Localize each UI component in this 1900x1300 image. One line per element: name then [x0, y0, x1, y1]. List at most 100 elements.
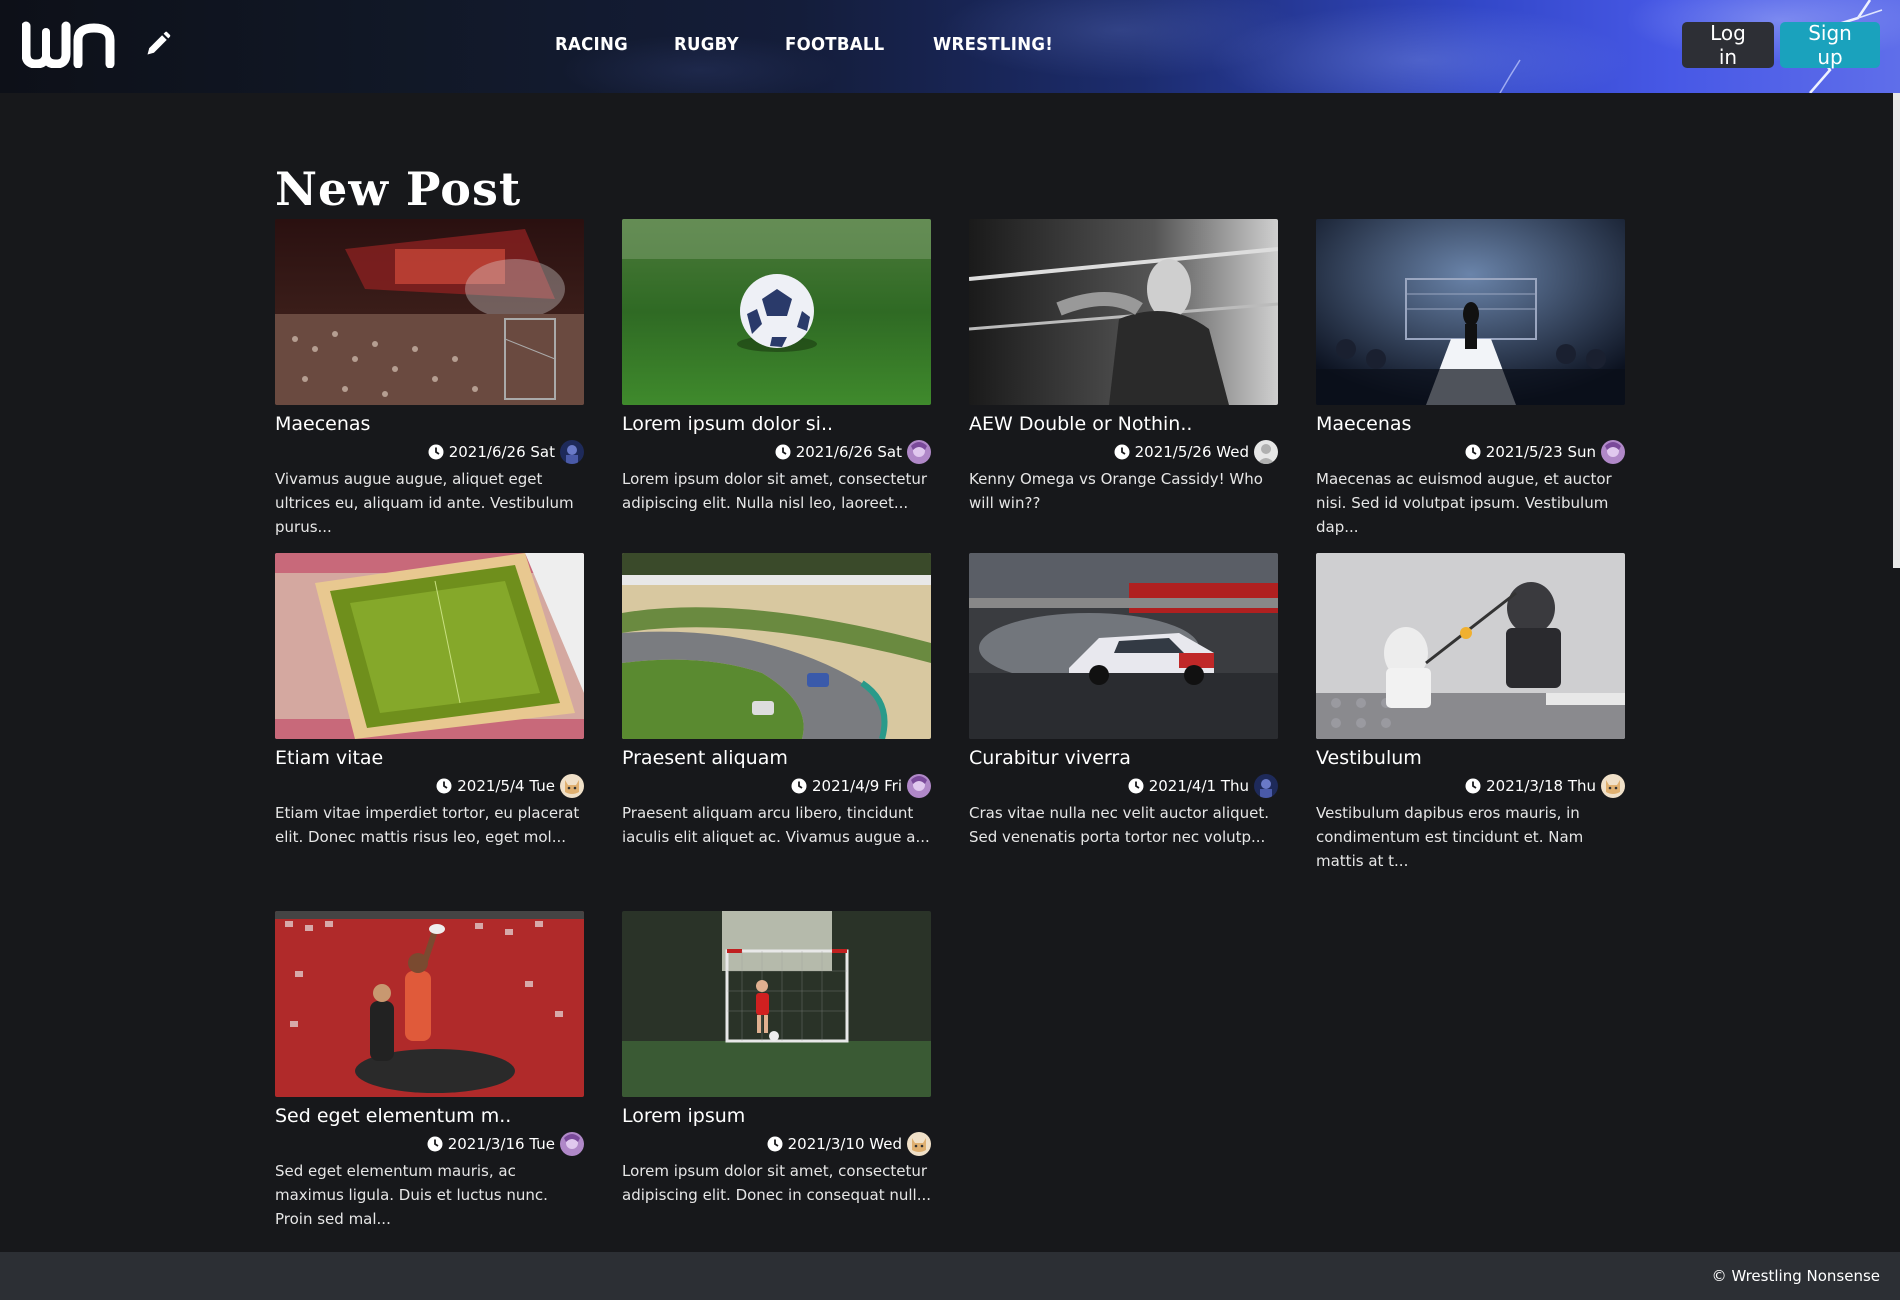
main-nav: RACING RUGBY FOOTBALL WRESTLING! [555, 34, 1064, 55]
post-title[interactable]: Maecenas [275, 411, 584, 437]
post-meta: 2021/6/26 Sat [622, 439, 931, 465]
site-header: RACING RUGBY FOOTBALL WRESTLING! Log in … [0, 0, 1900, 93]
post-excerpt: Sed eget elementum mauris, ac maximus li… [275, 1162, 548, 1228]
clock-icon [1114, 444, 1130, 460]
clock-icon [1128, 778, 1144, 794]
post-title[interactable]: Sed eget elementum m.. [275, 1103, 584, 1129]
clock-icon [1465, 778, 1481, 794]
lightning-bolt-small-icon [1499, 59, 1521, 93]
post-date: 2021/6/26 Sat [448, 443, 555, 461]
nav-wrestling[interactable]: WRESTLING! [933, 34, 1053, 55]
post-date: 2021/3/10 Wed [787, 1135, 902, 1153]
nav-rugby[interactable]: RUGBY [674, 34, 739, 55]
signup-button[interactable]: Sign up [1780, 21, 1880, 69]
post-excerpt: Vivamus augue augue, aliquet eget ultric… [275, 470, 574, 536]
post-excerpt: Praesent aliquam arcu libero, tincidunt … [622, 804, 930, 846]
page-scrollbar[interactable] [1893, 93, 1900, 568]
author-avatar[interactable] [907, 440, 931, 464]
post-card[interactable]: Curabitur viverra 2021/4/1 Thu Cras vita… [969, 553, 1278, 911]
post-thumbnail-drift-car[interactable] [969, 553, 1278, 739]
post-card[interactable]: Maecenas 2021/6/26 Sat Vivamus augue aug… [275, 219, 584, 553]
clock-icon [427, 1136, 443, 1152]
post-meta: 2021/5/26 Wed [969, 439, 1278, 465]
post-meta: 2021/6/26 Sat [275, 439, 584, 465]
post-excerpt: Lorem ipsum dolor sit amet, consectetur … [622, 1162, 931, 1204]
post-date: 2021/4/1 Thu [1148, 777, 1249, 795]
main-content: New Post Maecenas 2021/6/26 Sat Vivamus … [275, 93, 1625, 1245]
author-avatar[interactable] [1601, 440, 1625, 464]
post-date: 2021/5/26 Wed [1134, 443, 1249, 461]
author-avatar[interactable] [1254, 440, 1278, 464]
clock-icon [1465, 444, 1481, 460]
new-post-edit-button[interactable] [142, 28, 174, 60]
post-title[interactable]: Praesent aliquam [622, 745, 931, 771]
author-avatar[interactable] [907, 774, 931, 798]
post-date: 2021/3/18 Thu [1486, 777, 1596, 795]
post-card[interactable]: Etiam vitae 2021/5/4 Tue Etiam vitae imp… [275, 553, 584, 911]
post-card[interactable]: Praesent aliquam 2021/4/9 Fri Praesent a… [622, 553, 931, 911]
auth-buttons: Log in Sign up [1682, 21, 1880, 69]
post-title[interactable]: Lorem ipsum [622, 1103, 931, 1129]
author-avatar[interactable] [560, 440, 584, 464]
post-card[interactable]: Vestibulum 2021/3/18 Thu Vestibulum dapi… [1316, 553, 1625, 911]
post-title[interactable]: Vestibulum [1316, 745, 1625, 771]
post-title[interactable]: Lorem ipsum dolor si.. [622, 411, 931, 437]
nav-football[interactable]: FOOTBALL [785, 34, 885, 55]
wn-logo-icon [21, 21, 115, 69]
post-excerpt: Kenny Omega vs Orange Cassidy! Who will … [969, 470, 1263, 512]
author-avatar[interactable] [560, 774, 584, 798]
post-thumbnail-stadium-aerial[interactable] [275, 553, 584, 739]
clock-icon [436, 778, 452, 794]
clock-icon [767, 1136, 783, 1152]
post-grid: Maecenas 2021/6/26 Sat Vivamus augue aug… [275, 219, 1625, 1245]
post-card[interactable]: Lorem ipsum 2021/3/10 Wed Lorem ipsum do… [622, 911, 931, 1245]
post-title[interactable]: Maecenas [1316, 411, 1625, 437]
post-card[interactable]: Sed eget elementum m.. 2021/3/16 Tue Sed… [275, 911, 584, 1245]
page-title: New Post [275, 162, 522, 216]
post-thumbnail-lego-fencing[interactable] [1316, 553, 1625, 739]
post-meta: 2021/3/16 Tue [275, 1131, 584, 1157]
nav-racing[interactable]: RACING [555, 34, 628, 55]
post-thumbnail-race-track[interactable] [622, 553, 931, 739]
post-meta: 2021/4/1 Thu [969, 773, 1278, 799]
post-meta: 2021/3/10 Wed [622, 1131, 931, 1157]
footer-copyright: © Wrestling Nonsense [1711, 1267, 1880, 1285]
post-date: 2021/3/16 Tue [447, 1135, 555, 1153]
post-excerpt: Lorem ipsum dolor sit amet, consectetur … [622, 470, 928, 512]
author-avatar[interactable] [1601, 774, 1625, 798]
post-excerpt: Maecenas ac euismod augue, et auctor nis… [1316, 470, 1612, 536]
post-thumbnail-ring-entrance[interactable] [1316, 219, 1625, 405]
post-thumbnail-soccer-ball[interactable] [622, 219, 931, 405]
post-card[interactable]: AEW Double or Nothin.. 2021/5/26 Wed Ken… [969, 219, 1278, 553]
post-excerpt: Cras vitae nulla nec velit auctor alique… [969, 804, 1270, 846]
pencil-icon [147, 31, 171, 55]
clock-icon [775, 444, 791, 460]
post-title[interactable]: Curabitur viverra [969, 745, 1278, 771]
site-logo[interactable] [21, 18, 120, 69]
login-button[interactable]: Log in [1682, 21, 1774, 69]
author-avatar[interactable] [907, 1132, 931, 1156]
post-card[interactable]: Maecenas 2021/5/23 Sun Maecenas ac euism… [1316, 219, 1625, 553]
post-date: 2021/4/9 Fri [811, 777, 902, 795]
site-footer: © Wrestling Nonsense [0, 1252, 1900, 1300]
post-meta: 2021/5/23 Sun [1316, 439, 1625, 465]
post-thumbnail-kid-goal[interactable] [622, 911, 931, 1097]
post-date: 2021/6/26 Sat [795, 443, 902, 461]
post-meta: 2021/4/9 Fri [622, 773, 931, 799]
post-thumbnail-concert[interactable] [275, 219, 584, 405]
post-date: 2021/5/4 Tue [457, 777, 555, 795]
post-excerpt: Etiam vitae imperdiet tortor, eu placera… [275, 804, 580, 846]
author-avatar[interactable] [1254, 774, 1278, 798]
post-card[interactable]: Lorem ipsum dolor si.. 2021/6/26 Sat Lor… [622, 219, 931, 553]
post-meta: 2021/3/18 Thu [1316, 773, 1625, 799]
post-thumbnail-wrestler-bw[interactable] [969, 219, 1278, 405]
clock-icon [428, 444, 444, 460]
author-avatar[interactable] [560, 1132, 584, 1156]
post-date: 2021/5/23 Sun [1485, 443, 1596, 461]
post-thumbnail-rugby-lineout[interactable] [275, 911, 584, 1097]
post-title[interactable]: AEW Double or Nothin.. [969, 411, 1278, 437]
post-excerpt: Vestibulum dapibus eros mauris, in condi… [1316, 804, 1584, 870]
post-meta: 2021/5/4 Tue [275, 773, 584, 799]
post-title[interactable]: Etiam vitae [275, 745, 584, 771]
clock-icon [791, 778, 807, 794]
